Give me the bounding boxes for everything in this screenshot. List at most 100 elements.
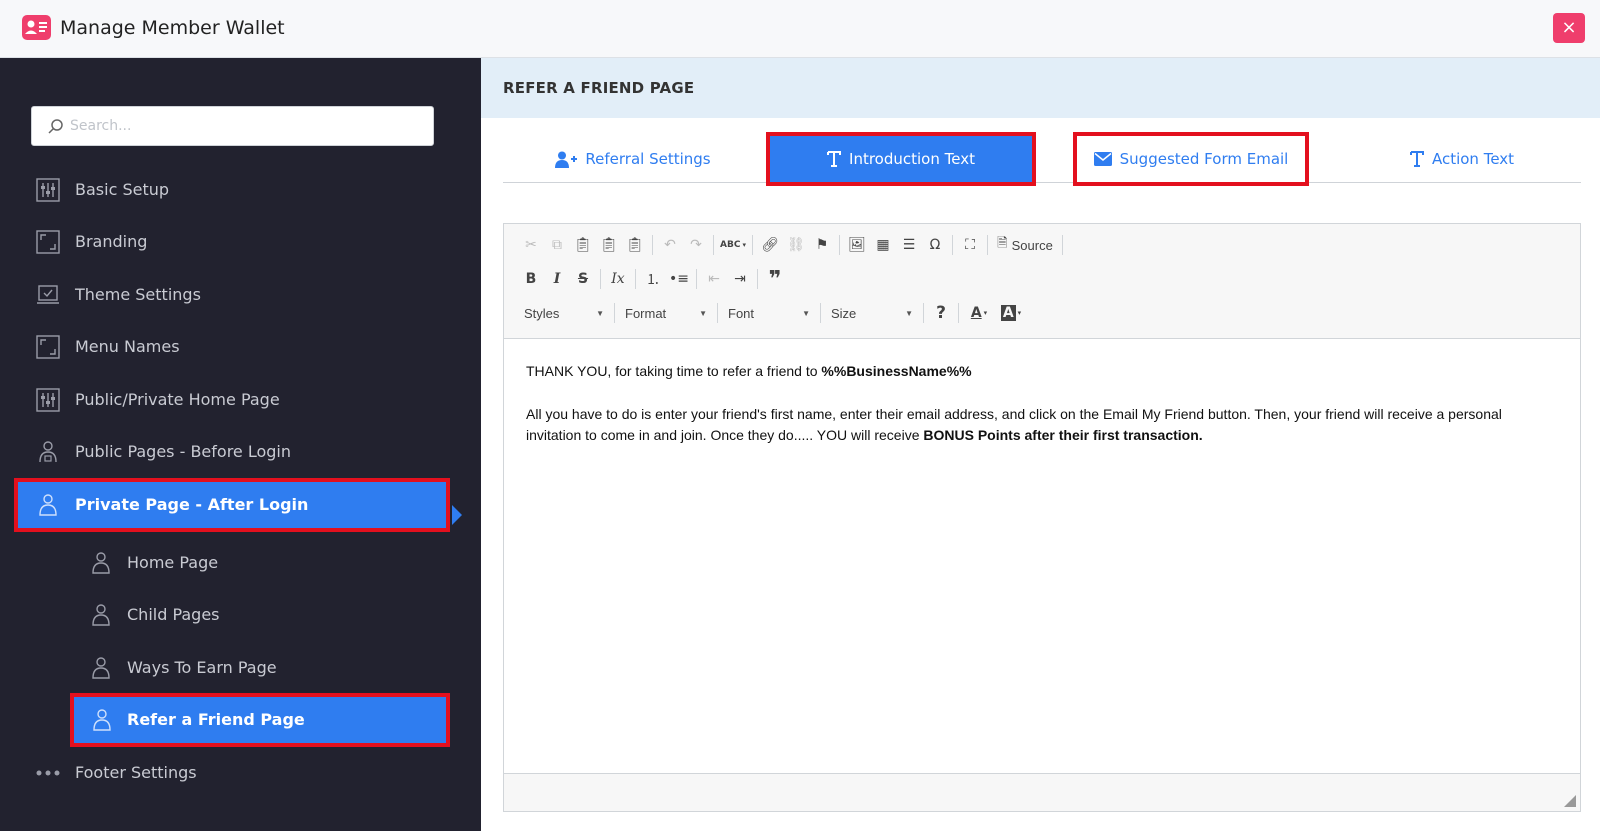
size-dropdown[interactable]: Size ▼	[825, 300, 919, 326]
text-color-icon[interactable]: A ▾	[963, 300, 995, 326]
styles-label: Styles	[524, 305, 560, 321]
sidebar-item-basic-setup[interactable]: Basic Setup	[14, 163, 450, 217]
source-icon: 🗎︎	[997, 235, 1008, 250]
user-icon	[39, 494, 57, 516]
window-title: Manage Member Wallet	[60, 17, 285, 39]
close-button[interactable]: ×	[1553, 13, 1585, 43]
sidebar-item-ways-to-earn-page[interactable]: Ways To Earn Page	[14, 641, 450, 695]
paragraph-bold-text: BONUS Points after their first transacti…	[923, 427, 1203, 443]
toolbar-row-2: B I S Ix ⒈ •≡ ⇤ ⇥ ❞	[518, 266, 788, 292]
bulleted-list-icon[interactable]: •≡	[666, 266, 692, 292]
sidebar-item-label: Basic Setup	[75, 180, 170, 199]
sidebar-item-label: Public Pages - Before Login	[75, 442, 292, 461]
text-icon	[827, 151, 842, 167]
spellcheck-icon[interactable]: ABC ▾	[718, 232, 748, 258]
maximize-icon[interactable]: ⛶	[957, 232, 983, 258]
chevron-down-icon: ▼	[802, 308, 810, 318]
search-input[interactable]	[70, 107, 425, 145]
editor-status-bar	[504, 773, 1580, 811]
sidebar-item-label: Private Page - After Login	[75, 495, 309, 514]
anchor-flag-icon[interactable]: ⚑	[809, 232, 835, 258]
special-char-icon[interactable]: Ω	[922, 232, 948, 258]
text-icon	[1409, 151, 1424, 167]
sidebar-item-label: Home Page	[127, 553, 219, 572]
paste-icon[interactable]: 📋︎	[570, 232, 596, 258]
paste-text-icon[interactable]: 📋︎	[596, 232, 622, 258]
editor-content[interactable]: THANK YOU, for taking time to refer a fr…	[504, 340, 1580, 773]
page-title: REFER A FRIEND PAGE	[503, 79, 695, 97]
source-label: Source	[1011, 237, 1053, 253]
content-paragraph: All you have to do is enter your friend'…	[526, 404, 1558, 446]
active-indicator-arrow	[452, 505, 462, 525]
sidebar-item-child-pages[interactable]: Child Pages	[14, 588, 450, 642]
sidebar-item-label: Footer Settings	[75, 763, 197, 782]
sidebar-item-public-private-home-page[interactable]: Public/Private Home Page	[14, 373, 450, 427]
italic-icon[interactable]: I	[544, 266, 570, 292]
copy-icon[interactable]: ⧉	[544, 232, 570, 258]
link-icon[interactable]: 🔗︎	[757, 232, 783, 258]
tab-introduction-text[interactable]: Introduction Text	[766, 132, 1036, 186]
tab-label: Introduction Text	[849, 150, 975, 168]
sidebar-item-branding[interactable]: Branding	[14, 215, 450, 269]
paragraph-bold-text: %%BusinessName%%	[821, 363, 972, 379]
image-icon[interactable]: 🖼︎	[844, 232, 870, 258]
undo-icon[interactable]: ↶	[657, 232, 683, 258]
source-button[interactable]: 🗎︎ Source	[992, 232, 1058, 258]
paragraph-text: THANK YOU, for taking time to refer a fr…	[526, 363, 822, 379]
wallet-card-icon	[22, 15, 51, 40]
numbered-list-icon[interactable]: ⒈	[640, 266, 666, 292]
tab-suggested-form-email[interactable]: Suggested Form Email	[1073, 132, 1309, 186]
paste-word-icon[interactable]: 📋︎	[622, 232, 648, 258]
dots-icon	[36, 770, 60, 776]
title-bar: Manage Member Wallet ×	[0, 0, 1600, 58]
user-plus-icon	[555, 151, 578, 168]
sidebar-item-home-page[interactable]: Home Page	[14, 536, 450, 590]
size-label: Size	[831, 305, 857, 321]
font-label: Font	[728, 305, 755, 321]
sliders-icon	[36, 388, 60, 412]
styles-dropdown[interactable]: Styles ▼	[518, 300, 610, 326]
sidebar-item-label: Branding	[75, 232, 148, 251]
unlink-icon[interactable]: ⛓	[783, 232, 809, 258]
tab-action-text[interactable]: Action Text	[1343, 136, 1581, 182]
resize-handle-icon[interactable]	[1564, 795, 1576, 807]
chevron-down-icon: ▼	[699, 308, 707, 318]
strikethrough-icon[interactable]: S	[570, 266, 596, 292]
background-color-icon[interactable]: A ▾	[995, 300, 1027, 326]
blockquote-icon[interactable]: ❞	[762, 266, 788, 292]
outdent-icon[interactable]: ⇤	[701, 266, 727, 292]
bold-icon[interactable]: B	[518, 266, 544, 292]
content-paragraph: THANK YOU, for taking time to refer a fr…	[526, 361, 1558, 382]
sidebar-item-private-page-after-login[interactable]: Private Page - After Login	[14, 478, 450, 532]
sidebar-item-refer-a-friend-page[interactable]: Refer a Friend Page	[70, 693, 450, 747]
page-header: REFER A FRIEND PAGE	[481, 58, 1600, 118]
sidebar-item-label: Child Pages	[127, 605, 220, 624]
font-dropdown[interactable]: Font ▼	[722, 300, 816, 326]
format-label: Format	[625, 305, 667, 321]
format-dropdown[interactable]: Format ▼	[619, 300, 713, 326]
close-icon: ×	[1561, 17, 1577, 38]
table-icon[interactable]: ▦	[870, 232, 896, 258]
user-lock-icon	[39, 441, 57, 463]
help-icon[interactable]: ?	[928, 300, 954, 326]
sidebar-item-menu-names[interactable]: Menu Names	[14, 320, 450, 374]
sidebar-item-theme-settings[interactable]: Theme Settings	[14, 268, 450, 322]
sidebar: Basic Setup Branding Theme Settings Menu…	[0, 58, 481, 831]
sidebar-item-public-pages-before-login[interactable]: Public Pages - Before Login	[14, 425, 450, 479]
indent-icon[interactable]: ⇥	[727, 266, 753, 292]
cut-icon[interactable]: ✂	[518, 232, 544, 258]
tab-label: Action Text	[1431, 150, 1515, 168]
tab-referral-settings[interactable]: Referral Settings	[503, 136, 763, 182]
tab-label: Suggested Form Email	[1119, 150, 1289, 168]
remove-format-icon[interactable]: Ix	[605, 266, 631, 292]
tab-label: Referral Settings	[585, 150, 711, 168]
redo-icon[interactable]: ↷	[683, 232, 709, 258]
rich-text-editor: ✂ ⧉ 📋︎ 📋︎ 📋︎ ↶ ↷ ABC ▾ 🔗︎ ⛓ ⚑ 🖼︎ ▦ ☰ Ω ⛶…	[503, 223, 1581, 812]
tab-bar: Referral Settings Introduction Text Sugg…	[503, 132, 1581, 186]
sidebar-item-footer-settings[interactable]: Footer Settings	[14, 746, 450, 800]
user-icon	[92, 552, 110, 574]
editor-toolbar: ✂ ⧉ 📋︎ 📋︎ 📋︎ ↶ ↷ ABC ▾ 🔗︎ ⛓ ⚑ 🖼︎ ▦ ☰ Ω ⛶…	[504, 224, 1580, 339]
sliders-icon	[36, 178, 60, 202]
sidebar-item-label: Ways To Earn Page	[127, 658, 277, 677]
horizontal-line-icon[interactable]: ☰	[896, 232, 922, 258]
